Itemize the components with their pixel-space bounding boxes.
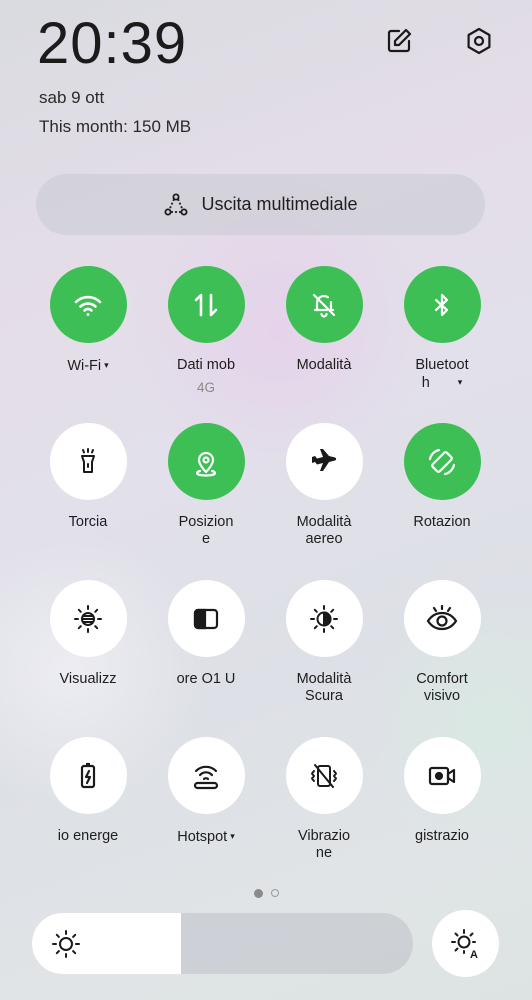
tile-split-screen[interactable]: ore O1 U (151, 580, 261, 688)
tile-display-toggle[interactable] (49, 580, 127, 657)
tile-display[interactable]: Visualizz (33, 580, 143, 688)
brightness-slider[interactable] (32, 913, 413, 974)
tile-airplane-mode[interactable]: Modalità aereo (269, 423, 379, 548)
caret-down-icon[interactable]: ▾ (104, 360, 109, 370)
tile-label: ore O1 U (176, 671, 236, 687)
tile-label: Hotspot ▾ (177, 829, 235, 845)
tile-silent-mode-toggle[interactable] (285, 266, 363, 343)
tile-mobile-data-toggle[interactable] (167, 266, 245, 343)
page-dot (271, 889, 279, 897)
eye-icon (425, 602, 459, 636)
tile-airplane-mode-toggle[interactable] (285, 423, 363, 500)
tile-screen-recorder-toggle[interactable] (403, 737, 481, 814)
media-output-icon (164, 193, 188, 215)
tile-label: Modalità (296, 357, 352, 373)
page-dot-active (254, 889, 263, 898)
brightness-icon (52, 930, 80, 958)
tile-eye-comfort-toggle[interactable] (403, 580, 481, 657)
clock-time: 20:39 (37, 11, 188, 76)
auto-brightness-icon: A (450, 928, 478, 960)
wifi-icon (71, 288, 105, 322)
tile-silent-mode[interactable]: Modalità (269, 266, 379, 374)
page-indicator (254, 889, 279, 898)
tile-label: io energe (57, 828, 119, 844)
tile-vibration[interactable]: Vibrazio ne (269, 737, 379, 862)
tile-location-toggle[interactable] (167, 423, 245, 500)
tile-label: Rotazion (413, 514, 471, 530)
caret-down-icon[interactable]: ▾ (230, 831, 235, 841)
dark-mode-icon (308, 603, 340, 635)
tile-label: Posizion e (178, 514, 234, 547)
settings-icon (467, 27, 491, 55)
screen-record-icon (426, 760, 458, 792)
tile-label: gistrazio (415, 828, 469, 844)
tile-label: Wi-Fi ▾ (67, 358, 109, 374)
battery-saver-icon (73, 761, 103, 791)
tile-label: Torcia (68, 514, 108, 530)
tile-eye-comfort[interactable]: Comfort visivo (387, 580, 497, 705)
tile-screen-recorder[interactable]: gistrazio (387, 737, 497, 845)
media-output-label: Uscita multimediale (201, 194, 358, 214)
tile-label: Modalità Scura (296, 671, 352, 704)
flashlight-icon (73, 447, 103, 477)
tile-label: Comfort visivo (416, 671, 468, 704)
tile-split-screen-toggle[interactable] (167, 580, 245, 657)
date-label: sab 9 ott (39, 88, 105, 107)
tile-label: Vibrazio ne (297, 828, 351, 861)
tile-wifi[interactable]: Wi-Fi ▾ (33, 266, 143, 375)
split-screen-icon (191, 604, 221, 634)
tile-auto-rotate[interactable]: Rotazion (387, 423, 497, 531)
vibrate-off-icon (309, 761, 339, 791)
tile-sublabel: 4G (196, 380, 215, 395)
tile-label: Bluetoot h ▾ (415, 357, 469, 391)
bell-off-icon (309, 290, 339, 320)
auto-brightness-button[interactable]: A (432, 910, 499, 977)
edit-button[interactable] (379, 21, 419, 61)
tile-label: Dati mob (176, 357, 236, 373)
edit-icon (387, 28, 412, 53)
tile-location[interactable]: Posizion e (151, 423, 261, 548)
tile-hotspot-toggle[interactable] (167, 737, 245, 814)
bluetooth-icon (429, 292, 455, 318)
data-usage-label: This month: 150 MB (39, 117, 192, 136)
tile-hotspot[interactable]: Hotspot ▾ (151, 737, 261, 846)
tile-mobile-data[interactable]: Dati mob 4G (151, 266, 261, 395)
tile-dark-mode-toggle[interactable] (285, 580, 363, 657)
tile-battery-saver[interactable]: io energe (33, 737, 143, 845)
tile-bluetooth[interactable]: Bluetoot h ▾ (387, 266, 497, 392)
media-output-button[interactable]: Uscita multimediale (36, 174, 485, 235)
location-icon (191, 447, 221, 477)
tile-label: Modalità aereo (296, 514, 352, 547)
tile-battery-saver-toggle[interactable] (49, 737, 127, 814)
tile-label: Visualizz (59, 671, 117, 687)
settings-button[interactable] (459, 21, 499, 61)
svg-text:A: A (470, 949, 478, 960)
tile-bluetooth-toggle[interactable] (403, 266, 481, 343)
hotspot-icon (190, 760, 222, 792)
tile-flashlight-toggle[interactable] (49, 423, 127, 500)
tile-dark-mode[interactable]: Modalità Scura (269, 580, 379, 705)
tile-flashlight[interactable]: Torcia (33, 423, 143, 531)
mobile-data-icon (191, 290, 221, 320)
caret-down-icon[interactable]: ▾ (458, 377, 463, 387)
airplane-icon (308, 446, 340, 478)
display-icon (72, 603, 104, 635)
tile-wifi-toggle[interactable] (49, 266, 127, 343)
rotation-icon (426, 446, 458, 478)
tile-vibration-toggle[interactable] (285, 737, 363, 814)
tile-auto-rotate-toggle[interactable] (403, 423, 481, 500)
